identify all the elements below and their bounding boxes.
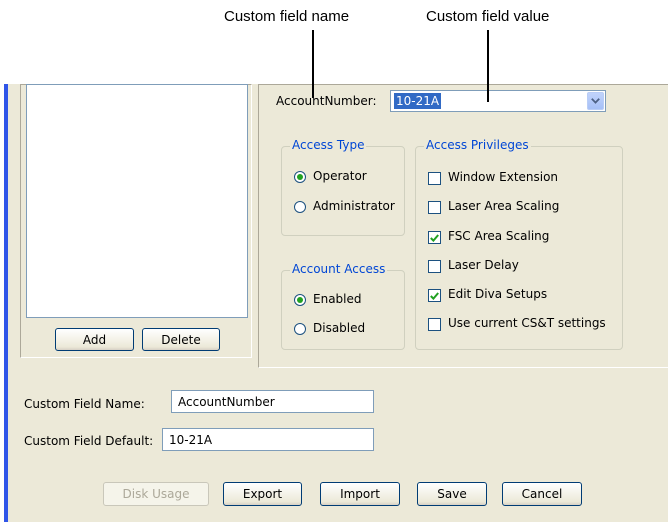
access-type-group (281, 146, 405, 236)
radio-disabled[interactable] (294, 323, 306, 335)
import-button[interactable]: Import (320, 482, 400, 506)
checkmark-icon (430, 233, 439, 242)
window-left-border (4, 84, 8, 522)
custom-field-default-label: Custom Field Default: (24, 434, 154, 448)
custom-field-name-input[interactable]: AccountNumber (171, 390, 374, 413)
checkmark-icon (430, 291, 439, 300)
operator-label: Operator (313, 169, 367, 183)
custom-field-name-label: Custom Field Name: (24, 397, 145, 411)
checkbox-window-extension[interactable] (428, 172, 441, 185)
access-type-title: Access Type (290, 138, 367, 152)
user-listbox[interactable] (26, 84, 248, 318)
cancel-button[interactable]: Cancel (502, 482, 582, 506)
radio-administrator[interactable] (294, 201, 306, 213)
account-number-value: 10-21A (394, 93, 442, 109)
delete-button[interactable]: Delete (142, 328, 220, 351)
edit-diva-setups-label: Edit Diva Setups (448, 287, 548, 301)
checkbox-laser-delay[interactable] (428, 260, 441, 273)
checkbox-laser-area-scaling[interactable] (428, 201, 441, 214)
administrator-label: Administrator (313, 199, 395, 213)
account-number-label: AccountNumber: (276, 94, 377, 108)
enabled-label: Enabled (313, 292, 362, 306)
callout-leader-name (312, 30, 314, 98)
account-access-title: Account Access (290, 262, 388, 276)
save-button[interactable]: Save (417, 482, 487, 506)
use-current-cst-settings-label: Use current CS&T settings (448, 316, 606, 330)
radio-enabled[interactable] (294, 294, 306, 306)
callout-leader-value (487, 30, 489, 102)
custom-field-default-input[interactable]: 10-21A (162, 428, 374, 451)
laser-area-scaling-label: Laser Area Scaling (448, 199, 560, 213)
fsc-area-scaling-label: FSC Area Scaling (448, 229, 550, 243)
callout-custom-field-value: Custom field value (426, 8, 550, 25)
callout-custom-field-name: Custom field name (224, 8, 350, 25)
checkbox-use-current-cst-settings[interactable] (428, 318, 441, 331)
add-button[interactable]: Add (55, 328, 134, 351)
account-access-group (281, 270, 405, 350)
window-extension-label: Window Extension (448, 170, 559, 184)
disabled-label: Disabled (313, 321, 366, 335)
disk-usage-button[interactable]: Disk Usage (103, 482, 209, 506)
chevron-down-icon[interactable] (587, 92, 604, 110)
account-number-combo[interactable]: 10-21A (390, 90, 606, 112)
checkbox-fsc-area-scaling[interactable] (428, 231, 441, 244)
export-button[interactable]: Export (223, 482, 302, 506)
access-privileges-title: Access Privileges (424, 138, 531, 152)
checkbox-edit-diva-setups[interactable] (428, 289, 441, 302)
radio-operator[interactable] (294, 171, 306, 183)
laser-delay-label: Laser Delay (448, 258, 519, 272)
